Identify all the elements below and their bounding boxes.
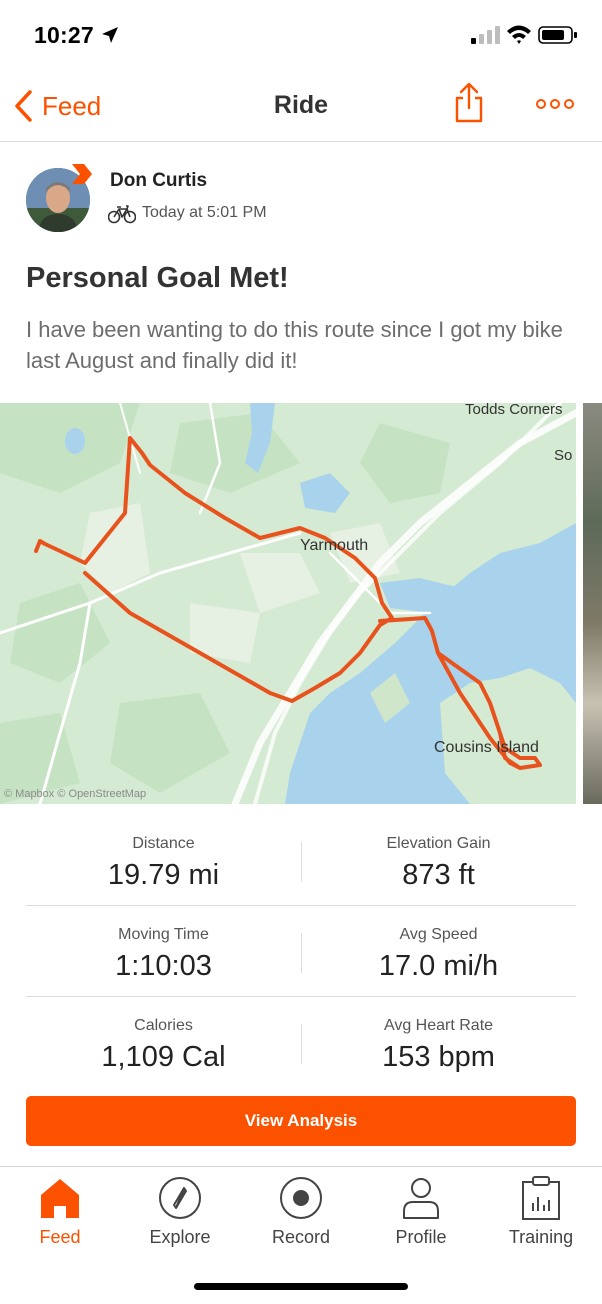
cellular-signal-icon [471, 26, 500, 44]
tab-record[interactable]: Record [241, 1175, 361, 1255]
stats-row: Calories 1,109 Cal Avg Heart Rate 153 bp… [26, 997, 576, 1088]
subscriber-badge-icon [72, 164, 92, 184]
stat-value: 873 ft [402, 859, 475, 891]
tab-label: Feed [39, 1227, 81, 1247]
status-bar: 10:27 [0, 0, 602, 70]
stat-value: 19.79 mi [107, 859, 220, 891]
stat-label: Calories [134, 1017, 193, 1034]
stat-label: Avg Speed [399, 926, 478, 943]
route-map[interactable]: Todds Corners So Yarmouth Cousins Island… [0, 403, 576, 804]
stat-calories: Calories 1,109 Cal [26, 997, 301, 1074]
wifi-icon [507, 25, 531, 44]
stat-label: Distance [132, 835, 195, 852]
stat-elevation-gain: Elevation Gain 873 ft [301, 815, 576, 892]
nav-bar: Feed Ride [0, 70, 602, 142]
bike-icon [108, 205, 136, 224]
activity-title: Personal Goal Met! [26, 262, 289, 294]
stat-moving-time: Moving Time 1:10:03 [26, 906, 301, 983]
tab-explore[interactable]: Explore [120, 1175, 240, 1255]
photo-thumbnail[interactable] [583, 403, 602, 804]
tab-label: Record [271, 1227, 331, 1247]
clipboard-chart-icon [522, 1176, 560, 1220]
tab-training[interactable]: Training [481, 1175, 601, 1255]
map-label-todds-corners: Todds Corners [465, 403, 563, 418]
tab-label: Training [508, 1227, 574, 1247]
activity-description: I have been wanting to do this route sin… [26, 317, 563, 373]
home-indicator [194, 1283, 408, 1290]
view-analysis-button[interactable]: View Analysis [26, 1096, 576, 1146]
tab-label: Profile [395, 1227, 447, 1247]
stat-avg-speed: Avg Speed 17.0 mi/h [301, 906, 576, 983]
tab-label: Explore [149, 1227, 211, 1247]
more-options-icon[interactable] [535, 92, 575, 116]
status-time: 10:27 [34, 22, 94, 48]
map-label-cousins-island: Cousins Island [434, 739, 539, 756]
stat-avg-heart-rate: Avg Heart Rate 153 bpm [301, 997, 576, 1074]
home-icon [41, 1179, 79, 1218]
page-title: Ride [273, 91, 329, 119]
compass-icon [159, 1177, 201, 1219]
stat-value: 17.0 mi/h [378, 950, 499, 982]
location-arrow-icon [102, 27, 118, 43]
map-attribution[interactable]: © Mapbox © OpenStreetMap [4, 788, 146, 800]
map-label-so: So [554, 447, 573, 464]
profile-icon [403, 1178, 439, 1219]
stat-distance: Distance 19.79 mi [26, 815, 301, 892]
activity-time: Today at 5:01 PM [142, 204, 267, 221]
stat-label: Elevation Gain [386, 835, 491, 852]
map-label-yarmouth: Yarmouth [300, 537, 369, 554]
athlete-name[interactable]: Don Curtis [110, 170, 207, 192]
tab-profile[interactable]: Profile [361, 1175, 481, 1255]
stat-value: 1:10:03 [115, 950, 212, 982]
stat-label: Avg Heart Rate [383, 1017, 494, 1034]
battery-icon [538, 26, 577, 44]
tab-feed[interactable]: Feed [0, 1175, 120, 1255]
stat-value: 153 bpm [382, 1041, 495, 1073]
stat-label: Moving Time [118, 926, 209, 943]
share-icon[interactable] [452, 82, 486, 124]
stats-row: Distance 19.79 mi Elevation Gain 873 ft [26, 815, 576, 906]
stats-grid: Distance 19.79 mi Elevation Gain 873 ft … [26, 815, 576, 1088]
record-icon [280, 1177, 322, 1219]
stats-row: Moving Time 1:10:03 Avg Speed 17.0 mi/h [26, 906, 576, 997]
stat-value: 1,109 Cal [101, 1041, 226, 1073]
